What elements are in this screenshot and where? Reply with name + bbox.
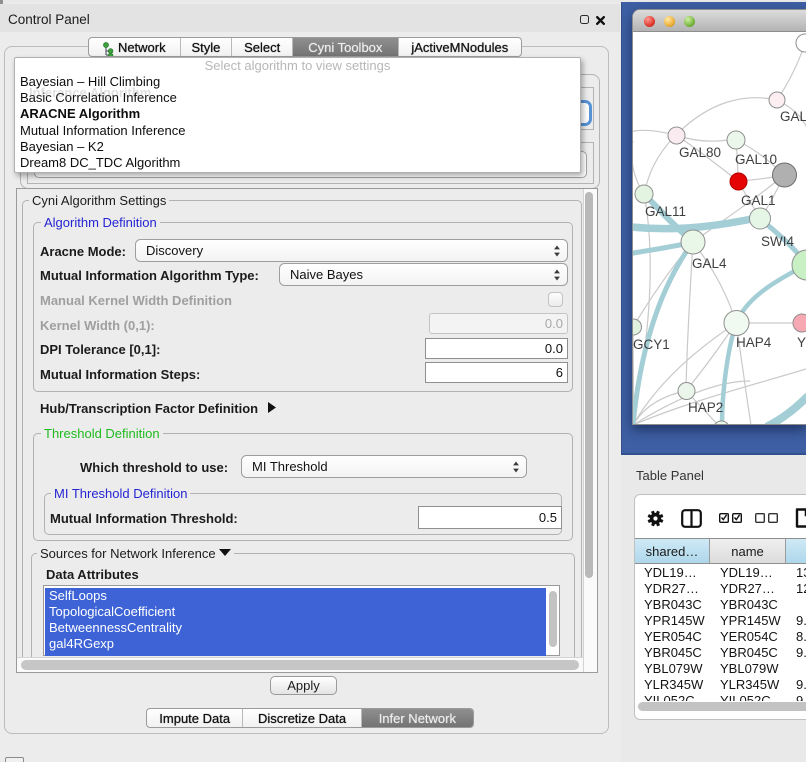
svg-text:GAL11: GAL11: [645, 204, 686, 219]
svg-text:HAP2: HAP2: [688, 400, 723, 415]
svg-text:HAP4: HAP4: [736, 335, 772, 350]
svg-text:SWI4: SWI4: [761, 234, 794, 249]
svg-text:GAL4: GAL4: [692, 256, 727, 271]
svg-text:GAL80: GAL80: [679, 145, 721, 160]
svg-text:GAL1: GAL1: [741, 193, 776, 208]
svg-text:Y: Y: [797, 335, 806, 350]
svg-text:GAL10: GAL10: [735, 152, 777, 167]
svg-text:GAL: GAL: [780, 109, 806, 124]
svg-text:GCY1: GCY1: [633, 337, 670, 352]
